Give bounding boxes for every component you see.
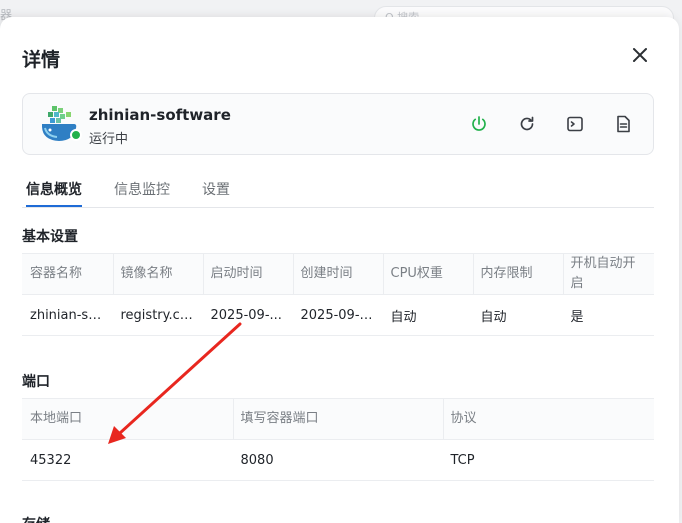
logs-icon[interactable] [613,114,633,134]
header-protocol: 协议 [442,398,654,440]
cell-memory-limit: 自动 [472,294,562,336]
cell-start-time: 2025-09-... [202,294,292,336]
header-created-time: 创建时间 [292,253,382,295]
running-status-dot [70,129,82,141]
detail-drawer: 详情 zhinian-software 运行中 信息概览 信息监控 设置 基本设… [0,17,679,523]
power-icon[interactable] [469,114,489,134]
cell-container-port: 8080 [232,439,442,481]
basic-settings-title: 基本设置 [22,229,78,245]
ports-header-row: 本地端口 填写容器端口 协议 [22,398,654,440]
header-local-port: 本地端口 [22,398,232,440]
ports-title: 端口 [22,374,50,390]
detail-tabs: 信息概览 信息监控 设置 [22,171,654,208]
header-memory-limit: 内存限制 [472,253,562,295]
storage-title: 存储 [22,514,50,523]
cell-image-name: registry.cn... [112,294,202,336]
basic-settings-header-row: 容器名称 镜像名称 启动时间 创建时间 CPU权重 内存限制 开机自动开启 [22,253,654,295]
cell-autostart: 是 [562,294,654,336]
drawer-title: 详情 [22,49,61,71]
ports-table: 本地端口 填写容器端口 协议 45322 8080 TCP [22,398,654,481]
cell-protocol: TCP [442,439,654,481]
header-start-time: 启动时间 [202,253,292,295]
terminal-icon[interactable] [565,114,585,134]
restart-icon[interactable] [517,114,537,134]
cell-cpu-weight: 自动 [382,294,472,336]
table-row: zhinian-so... registry.cn... 2025-09-...… [22,294,654,336]
close-icon[interactable] [628,43,652,67]
tab-overview[interactable]: 信息概览 [26,179,82,207]
header-container-name: 容器名称 [22,253,112,295]
tab-monitoring[interactable]: 信息监控 [114,179,170,207]
header-container-port: 填写容器端口 [232,398,442,440]
container-name: zhinian-software [89,106,231,124]
header-cpu-weight: CPU权重 [382,253,472,295]
cell-container-name: zhinian-so... [22,294,112,336]
cell-local-port: 45322 [22,439,232,481]
header-image-name: 镜像名称 [112,253,202,295]
cell-created-time: 2025-09-2... [292,294,382,336]
header-autostart: 开机自动开启 [562,253,654,295]
tab-settings[interactable]: 设置 [202,179,230,207]
table-row: 45322 8080 TCP [22,439,654,481]
container-status: 运行中 [89,132,129,147]
basic-settings-table: 容器名称 镜像名称 启动时间 创建时间 CPU权重 内存限制 开机自动开启 zh… [22,253,654,336]
container-summary-card: zhinian-software 运行中 [22,93,654,155]
